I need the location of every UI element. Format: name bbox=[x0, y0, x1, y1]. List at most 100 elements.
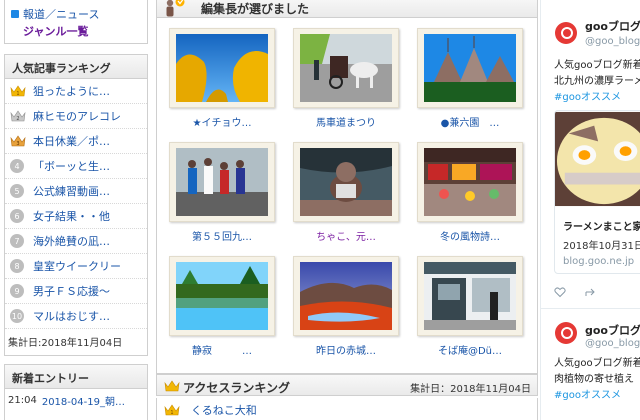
ranking-title-8: 皇室ウイークリー bbox=[33, 260, 121, 273]
pick-item-9[interactable]: そば庵@Dü… bbox=[417, 256, 523, 357]
tweet-text-line-2: 肉植物の寄せ植え bbox=[554, 374, 634, 385]
ranking-rank-2: 2 bbox=[16, 116, 19, 122]
news-link-label: 報道／ニュース bbox=[23, 7, 100, 21]
new-entries-box: 新着エントリー 21:04 2018-04-19_朝… bbox=[4, 364, 148, 420]
winter-market-photo bbox=[424, 148, 516, 216]
pick-frame bbox=[293, 142, 399, 222]
access-rank-1: 1 bbox=[170, 410, 173, 416]
access-ranking-header: アクセスランキング 集計日：2018年11月04日 bbox=[156, 374, 538, 396]
tweet-link-card[interactable]: ラーメンまこと家 2018年10月31日( blog.goo.ne.jp bbox=[554, 110, 640, 274]
pick-item-7[interactable]: 静寂 … bbox=[169, 256, 275, 357]
editor-picks-header: 編集長が選びました bbox=[156, 0, 538, 18]
ranking-rank-7: 7 bbox=[10, 234, 24, 248]
goo-blog-avatar-icon[interactable] bbox=[555, 22, 577, 44]
ranking-item-3[interactable]: 3 本日休業／ポ… bbox=[5, 129, 147, 154]
pick-caption-4: 第５５回九… bbox=[192, 232, 252, 243]
new-entry-title: 2018-04-19_朝… bbox=[41, 396, 125, 408]
akagi-mountain-photo bbox=[300, 262, 392, 330]
popular-ranking-title: 人気記事ランキング bbox=[5, 55, 147, 79]
goo-blog-avatar-icon[interactable] bbox=[555, 322, 577, 344]
pick-item-6[interactable]: 冬の風物詩… bbox=[417, 142, 523, 243]
popular-ranking-box: 人気記事ランキング 1 狙ったように… 2 麻ヒモのアレコレ 3 本日休業／ポ…… bbox=[4, 54, 148, 356]
pick-frame bbox=[417, 142, 523, 222]
ranking-item-2[interactable]: 2 麻ヒモのアレコレ bbox=[5, 104, 147, 129]
access-ranking-item-1[interactable]: 1 くるねこ大和 bbox=[156, 398, 538, 420]
tweet-divider bbox=[541, 308, 640, 309]
ranking-item-5[interactable]: 5 公式練習動画… bbox=[5, 179, 147, 204]
pick-caption-8: 昨日の赤城… bbox=[316, 346, 376, 357]
tweet-author-handle[interactable]: @goo_blog bbox=[585, 338, 640, 349]
pick-caption-1: ★イチョウ… bbox=[192, 118, 252, 129]
ranking-title-10: マルはおじす… bbox=[33, 310, 110, 323]
news-link[interactable]: 報道／ニュース bbox=[11, 5, 147, 22]
carriage-parade-photo bbox=[300, 34, 392, 102]
card-url: blog.goo.ne.jp bbox=[563, 256, 635, 267]
tweet-text-line-1: 人気gooブログ新着を bbox=[554, 358, 640, 369]
ranking-title-4: 「ボーッと生… bbox=[33, 160, 110, 173]
pick-item-3[interactable]: ●兼六園 … bbox=[417, 28, 523, 129]
access-crown-icon bbox=[164, 380, 180, 392]
pick-frame bbox=[293, 256, 399, 336]
ranking-item-1[interactable]: 1 狙ったように… bbox=[5, 79, 147, 104]
ranking-item-10[interactable]: 10 マルはおじす… bbox=[5, 304, 147, 329]
card-title: ラーメンまこと家 bbox=[563, 222, 640, 233]
tweet-text-line-1: 人気gooブログ新着を bbox=[554, 60, 640, 71]
ranking-item-7[interactable]: 7 海外絶賛の凪… bbox=[5, 229, 147, 254]
ranking-item-8[interactable]: 8 皇室ウイークリー bbox=[5, 254, 147, 279]
pick-frame bbox=[169, 28, 275, 108]
tweet-author-name[interactable]: gooブログ bbox=[585, 18, 640, 34]
tweet-actions bbox=[554, 284, 634, 300]
pick-frame bbox=[169, 142, 275, 222]
ginkgo-tree-photo bbox=[176, 34, 268, 102]
pick-item-2[interactable]: 馬車道まつり bbox=[293, 28, 399, 129]
ramen-photo bbox=[555, 111, 640, 207]
tweet-author-handle[interactable]: @goo_blog bbox=[585, 36, 640, 47]
pick-item-5[interactable]: ちゃこ、元… bbox=[293, 142, 399, 243]
editor-picks-title: 編集長が選びました bbox=[201, 2, 310, 16]
new-entry-item[interactable]: 21:04 2018-04-19_朝… bbox=[5, 389, 147, 411]
ranking-item-6[interactable]: 6 女子結果・・他 bbox=[5, 204, 147, 229]
pick-caption-5: ちゃこ、元… bbox=[316, 232, 376, 243]
ranking-title-6: 女子結果・・他 bbox=[33, 210, 110, 223]
tweet-hashtag[interactable]: #gooオススメ bbox=[554, 386, 621, 401]
marathon-runners-photo bbox=[176, 148, 268, 216]
ranking-rank-3: 3 bbox=[16, 141, 19, 147]
ranking-item-9[interactable]: 9 男子ＦＳ応援～ bbox=[5, 279, 147, 304]
pick-item-4[interactable]: 第５５回九… bbox=[169, 142, 275, 243]
twitter-timeline: gooブログ @goo_blog 人気gooブログ新着を 北九州の濃厚ラーメ #… bbox=[540, 0, 640, 420]
pick-caption-7: 静寂 … bbox=[192, 346, 252, 357]
silver-crown-icon: 2 bbox=[10, 110, 26, 122]
lake-reflection-photo bbox=[176, 262, 268, 330]
ranking-rank-8: 8 bbox=[10, 259, 24, 273]
ranking-item-4[interactable]: 4 「ボーッと生… bbox=[5, 154, 147, 179]
pick-caption-9: そば庵@Dü… bbox=[437, 346, 503, 357]
tweet-author-name[interactable]: gooブログ bbox=[585, 322, 640, 338]
ranking-title-2: 麻ヒモのアレコレ bbox=[33, 110, 121, 123]
ranking-rank-6: 6 bbox=[10, 209, 24, 223]
top-links-box: 報道／ニュース ジャンル一覧 bbox=[4, 0, 148, 44]
share-icon[interactable] bbox=[584, 286, 596, 298]
bronze-crown-icon: 3 bbox=[10, 135, 26, 147]
left-sidebar: 報道／ニュース ジャンル一覧 人気記事ランキング 1 狙ったように… 2 麻ヒモ… bbox=[0, 0, 150, 420]
pick-item-1[interactable]: ★イチョウ… bbox=[169, 28, 275, 129]
ranking-title-7: 海外絶賛の凪… bbox=[33, 235, 110, 248]
pick-item-8[interactable]: 昨日の赤城… bbox=[293, 256, 399, 357]
main-content: 編集長が選びました ★イチョウ… 馬車道まつり ●兼六園 … 第５５回九… ちゃ… bbox=[156, 0, 540, 420]
dog-photo bbox=[300, 148, 392, 216]
heart-icon[interactable] bbox=[554, 286, 566, 298]
kenrokuen-garden-photo bbox=[424, 34, 516, 102]
ranking-rank-9: 9 bbox=[10, 284, 24, 298]
genre-list-link[interactable]: ジャンル一覧 bbox=[11, 22, 147, 39]
gold-crown-icon: 1 bbox=[10, 85, 26, 97]
access-ranking-title-1: くるねこ大和 bbox=[191, 404, 257, 417]
new-entry-time: 21:04 bbox=[8, 394, 37, 406]
ranking-rank-4: 4 bbox=[10, 159, 24, 173]
new-entries-title: 新着エントリー bbox=[5, 365, 147, 389]
editor-person-icon bbox=[166, 0, 185, 17]
ranking-rank-10: 10 bbox=[10, 309, 24, 323]
gold-crown-icon: 1 bbox=[164, 404, 180, 416]
tweet-hashtag[interactable]: #gooオススメ bbox=[554, 88, 621, 103]
pick-caption-6: 冬の風物詩… bbox=[440, 232, 500, 243]
soba-shop-photo bbox=[424, 262, 516, 330]
access-ranking-date: 集計日：2018年11月04日 bbox=[410, 384, 531, 395]
